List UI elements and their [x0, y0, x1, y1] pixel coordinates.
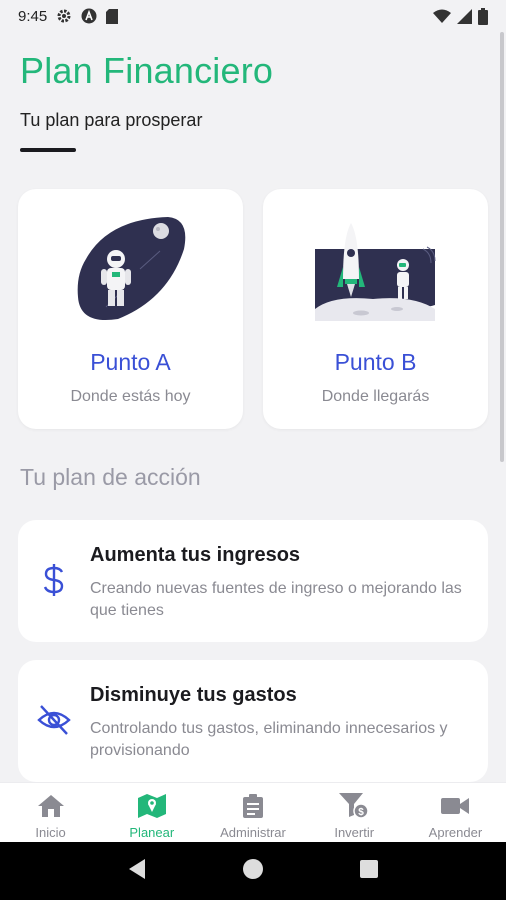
dollar-icon [36, 562, 72, 598]
a-circle-icon [81, 8, 97, 24]
point-b-title: Punto B [334, 349, 417, 375]
header: Plan Financiero Tu plan para prosperar [20, 50, 273, 131]
point-b-description: Donde llegarás [321, 388, 430, 405]
status-left: 9:45 [18, 7, 119, 25]
action-section-title: Tu plan de acción [20, 464, 201, 490]
action-title: Disminuye tus gastos [90, 684, 297, 706]
status-right [433, 7, 488, 25]
scrollbar[interactable] [500, 32, 504, 462]
signal-icon [457, 8, 472, 24]
recents-icon[interactable] [359, 859, 379, 884]
point-a-card[interactable]: Punto A Donde estás hoy [18, 189, 243, 429]
nav-label: Planear [129, 825, 175, 840]
action-description: Controlando tus gastos, eliminando innec… [90, 720, 448, 759]
wifi-icon [433, 9, 451, 23]
funnel-dollar-icon: $ [339, 793, 369, 819]
clipboard-icon [243, 793, 263, 819]
nav-label: Invertir [334, 825, 375, 840]
nav-label: Inicio [35, 825, 66, 840]
point-a-description: Donde estás hoy [70, 388, 191, 405]
video-camera-icon [441, 793, 470, 819]
status-time: 9:45 [18, 7, 48, 25]
map-icon [137, 793, 166, 819]
gear-icon [56, 8, 72, 24]
title-underline [20, 148, 76, 152]
page-title: Plan Financiero [20, 50, 274, 91]
nav-item-aprender[interactable]: Aprender [405, 783, 506, 842]
action-card-reduce-expenses[interactable]: Disminuye tus gastos Controlando tus gas… [18, 660, 488, 782]
sd-card-icon [106, 8, 119, 24]
action-title: Aumenta tus ingresos [90, 544, 301, 566]
action-description: Creando nuevas fuentes de ingreso o mejo… [90, 580, 462, 619]
home-icon [37, 793, 64, 819]
nav-label: Administrar [220, 825, 286, 840]
nav-item-inicio[interactable]: Inicio [0, 783, 101, 842]
bottom-nav: Inicio Planear Administrar $ Invertir Ap… [0, 782, 506, 842]
point-a-title: Punto A [90, 349, 171, 375]
astronaut-illustration [18, 209, 243, 329]
nav-item-administrar[interactable]: Administrar [202, 783, 303, 842]
back-icon[interactable] [127, 858, 147, 885]
system-nav-bar [0, 842, 506, 900]
status-bar: 9:45 [0, 0, 506, 32]
action-card-increase-income[interactable]: Aumenta tus ingresos Creando nuevas fuen… [18, 520, 488, 642]
battery-icon [478, 7, 488, 25]
nav-label: Aprender [428, 825, 483, 840]
svg-text:$: $ [358, 807, 364, 818]
point-b-card[interactable]: Punto B Donde llegarás [263, 189, 488, 429]
nav-item-invertir[interactable]: $ Invertir [304, 783, 405, 842]
nav-item-planear[interactable]: Planear [101, 783, 202, 842]
eye-off-icon [36, 702, 72, 738]
home-circle-icon[interactable] [242, 858, 264, 885]
page-subtitle: Tu plan para prosperar [20, 110, 203, 130]
rocket-moon-illustration [263, 209, 488, 329]
